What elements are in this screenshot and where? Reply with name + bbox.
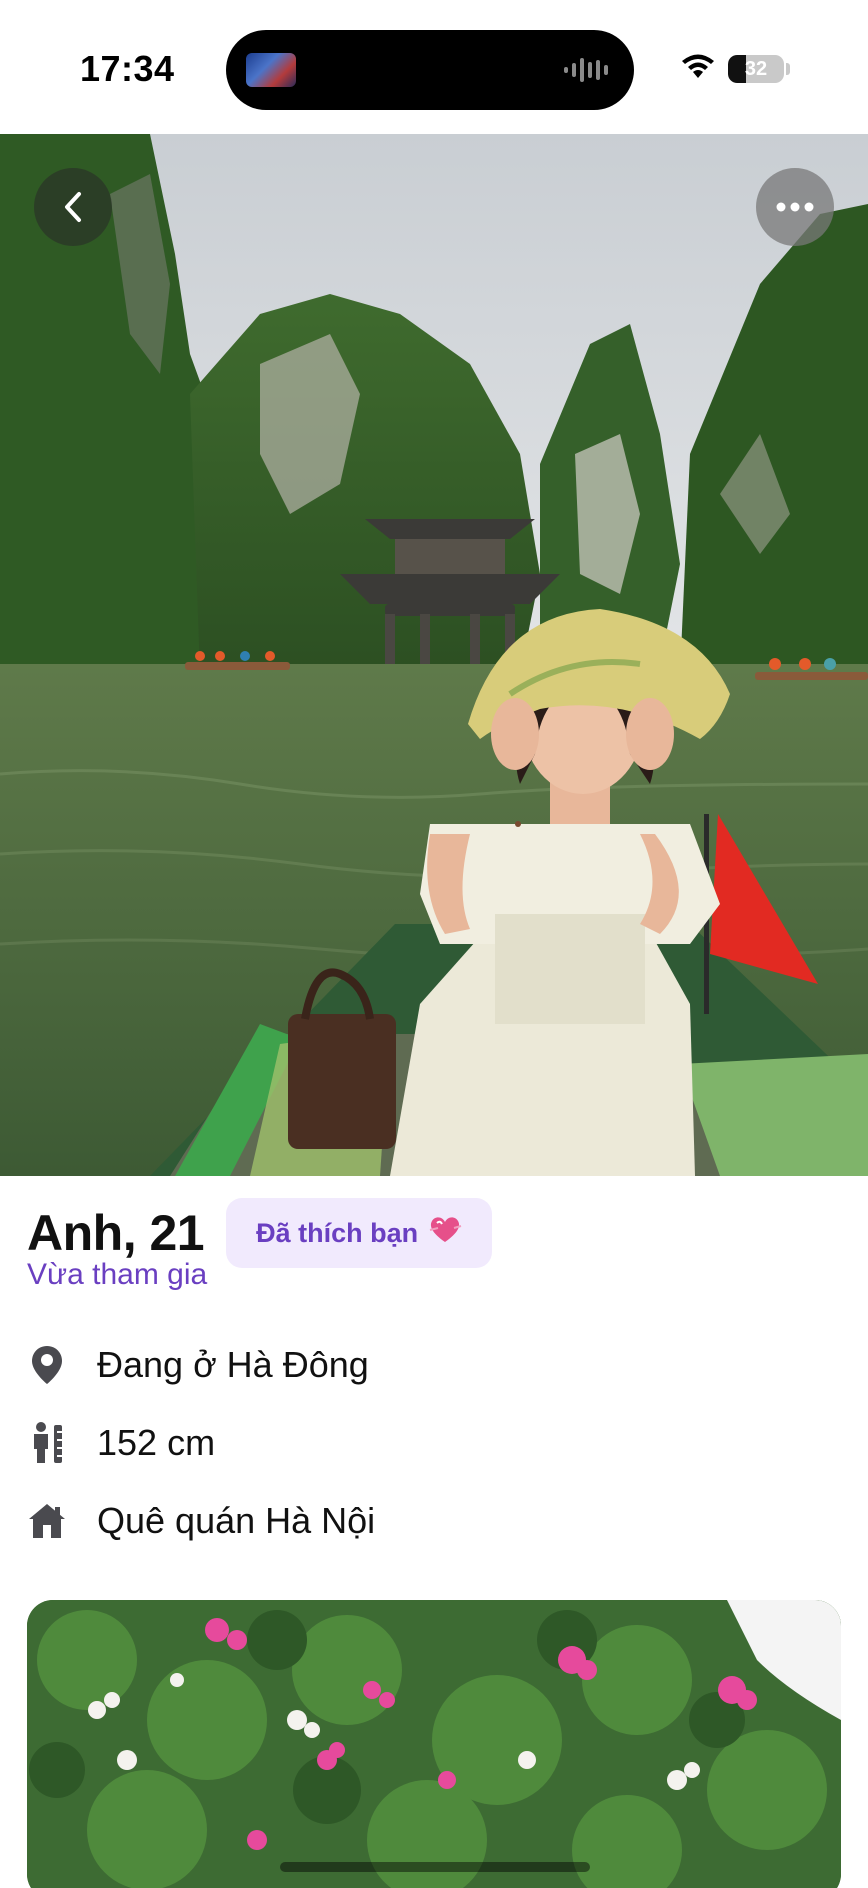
detail-location: Đang ở Hà Đông xyxy=(27,1326,841,1404)
profile-name-age: Anh, 21 xyxy=(27,1205,205,1261)
now-playing-thumbnail xyxy=(246,53,296,87)
detail-height: 152 cm xyxy=(27,1404,841,1482)
back-button[interactable] xyxy=(34,168,112,246)
chevron-left-icon xyxy=(65,192,81,222)
detail-hometown-text: Quê quán Hà Nội xyxy=(97,1500,376,1541)
height-icon xyxy=(27,1421,67,1465)
liked-badge-label: Đã thích bạn xyxy=(256,1217,419,1248)
wifi-icon xyxy=(682,54,714,78)
more-horizontal-icon xyxy=(776,202,814,212)
landscape-photo xyxy=(0,134,868,1176)
detail-height-text: 152 cm xyxy=(97,1422,216,1463)
flowers-photo xyxy=(27,1600,841,1888)
detail-location-text: Đang ở Hà Đông xyxy=(97,1344,369,1385)
status-time: 17:34 xyxy=(80,48,175,89)
battery-percentage: 32 xyxy=(744,58,768,80)
joined-status: Vừa tham gia xyxy=(27,1258,208,1291)
heart-icon xyxy=(428,1214,462,1252)
liked-you-badge[interactable]: Đã thích bạn xyxy=(226,1198,493,1268)
profile-details-list: Đang ở Hà Đông 152 cm Quê quán Hà Nội xyxy=(27,1326,841,1560)
detail-hometown: Quê quán Hà Nội xyxy=(27,1482,841,1560)
battery-tip xyxy=(786,63,790,75)
status-bar: 17:34 32 xyxy=(0,0,868,134)
audio-wave-icon xyxy=(564,58,608,82)
battery-icon: 32 xyxy=(728,55,784,83)
dynamic-island[interactable] xyxy=(226,30,634,110)
profile-second-photo[interactable] xyxy=(27,1600,841,1888)
home-icon xyxy=(27,1499,67,1543)
location-pin-icon xyxy=(27,1343,67,1387)
profile-info: Anh, 21 Đã thích bạn Vừa tham gia Đang ở… xyxy=(0,1176,868,1888)
home-indicator[interactable] xyxy=(280,1862,590,1872)
more-options-button[interactable] xyxy=(756,168,834,246)
profile-main-photo[interactable] xyxy=(0,134,868,1176)
